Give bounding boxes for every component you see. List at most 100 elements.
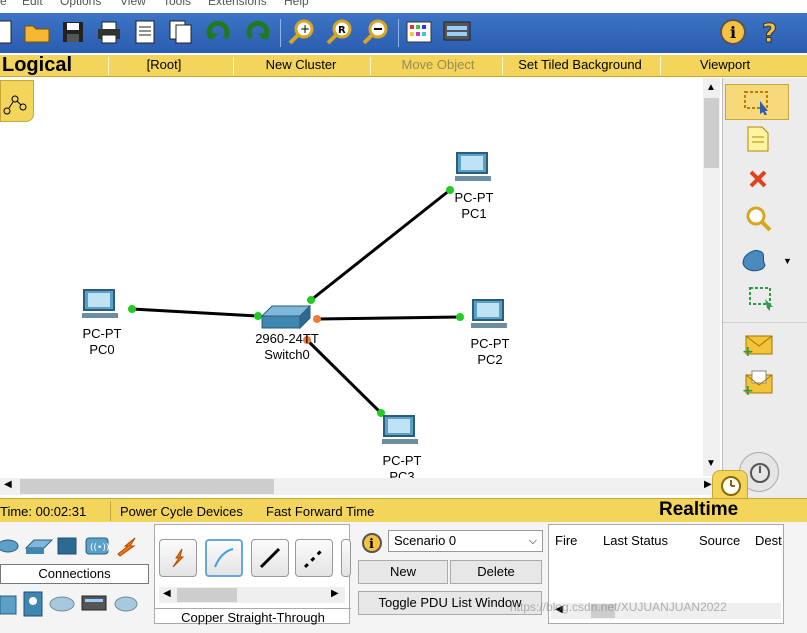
help-icon[interactable]: ?: [756, 17, 786, 47]
delete-icon[interactable]: [741, 162, 775, 196]
menu-tools[interactable]: Tools: [163, 0, 191, 8]
column-header-dest[interactable]: Dest: [755, 533, 782, 548]
cable-type-panel: ◀ ▶ Copper Straight-Through: [154, 524, 351, 626]
scroll-left-icon[interactable]: ◀: [4, 479, 12, 490]
pc3-icon: [382, 415, 418, 444]
pc0-name[interactable]: PC0: [62, 342, 142, 358]
link-light-up: [456, 313, 464, 321]
logical-workspace[interactable]: PC-PT PC0 PC-PT PC1 PC-PT PC2 PC-PT PC3 …: [0, 78, 703, 478]
vertical-scrollbar[interactable]: ▲ ▼: [703, 78, 720, 476]
scroll-left-icon[interactable]: ◀: [163, 588, 171, 599]
common-tools-bar: ▼ + +: [722, 78, 807, 498]
column-header-source[interactable]: Source: [699, 533, 740, 548]
palette-icon[interactable]: [404, 17, 434, 47]
set-tiled-background-button[interactable]: Set Tiled Background: [504, 57, 656, 72]
link-pc0-switch0: [131, 307, 259, 318]
horizontal-scrollbar[interactable]: ◀ ▶: [0, 478, 720, 495]
device-and-pdu-panel: ((•)) Connections ◀ ▶ Copper Straight-Th…: [0, 522, 807, 633]
draw-shape-icon[interactable]: [737, 242, 771, 276]
selected-cable-name: Copper Straight-Through: [155, 608, 351, 626]
add-complex-pdu-icon[interactable]: +: [741, 366, 775, 400]
menu-extensions[interactable]: Extensions: [208, 0, 267, 8]
menu-help[interactable]: Help: [284, 0, 309, 8]
switch0-name[interactable]: Switch0: [247, 347, 327, 363]
custom-device-icon[interactable]: [442, 17, 472, 47]
pc3-name[interactable]: PC3: [362, 469, 442, 478]
root-button[interactable]: [Root]: [112, 57, 216, 72]
add-simple-pdu-icon[interactable]: +: [741, 328, 775, 362]
device-category-row: ((•)): [0, 532, 150, 560]
scroll-up-icon[interactable]: ▲: [706, 82, 716, 93]
menu-edit[interactable]: Edit: [22, 0, 43, 8]
device-subcategory-row: [0, 588, 150, 620]
pc2-type: PC-PT: [470, 336, 510, 351]
new-file-icon[interactable]: [0, 17, 18, 47]
column-header-last-status[interactable]: Last Status: [603, 533, 668, 548]
save-icon[interactable]: [58, 17, 88, 47]
cable-scrollbar[interactable]: ◀ ▶: [159, 587, 345, 603]
zoom-out-icon[interactable]: [360, 17, 390, 47]
svg-text:i: i: [369, 537, 374, 552]
scroll-thumb[interactable]: [177, 588, 237, 602]
console-cable-icon[interactable]: [205, 539, 243, 577]
menu-options[interactable]: Options: [60, 0, 101, 8]
pc1-name[interactable]: PC1: [434, 206, 514, 222]
link-light-up: [254, 312, 262, 320]
link-switch0-pc2: [316, 315, 461, 321]
svg-text:+: +: [742, 344, 754, 358]
copper-cross-over-icon[interactable]: [295, 539, 333, 577]
menu-view[interactable]: View: [120, 0, 146, 8]
power-cycle-devices-button[interactable]: Power Cycle Devices: [120, 504, 243, 519]
viewport-button[interactable]: Viewport: [676, 57, 774, 72]
workspace-title[interactable]: Logical: [2, 54, 72, 77]
scroll-thumb[interactable]: [704, 98, 719, 168]
main-toolbar: + R i ?: [0, 13, 807, 53]
resize-shape-icon[interactable]: [745, 282, 779, 316]
link-light-up: [307, 296, 315, 304]
link-light-up: [128, 305, 136, 313]
scroll-thumb[interactable]: [20, 479, 274, 494]
delete-scenario-button[interactable]: Delete: [450, 560, 542, 584]
pc3-label: PC-PT PC3: [362, 453, 442, 478]
scroll-right-icon[interactable]: ▶: [704, 479, 712, 490]
time-bar: Time: 00:02:31 Power Cycle Devices Fast …: [0, 498, 807, 522]
zoom-in-icon[interactable]: +: [286, 17, 316, 47]
new-scenario-button[interactable]: New: [358, 560, 448, 584]
link-switch0-pc1: [310, 188, 451, 302]
automatic-connection-icon[interactable]: [159, 539, 197, 577]
scroll-right-icon[interactable]: ▶: [331, 588, 339, 599]
menu-file[interactable]: e: [0, 0, 7, 8]
column-header-fire[interactable]: Fire: [555, 533, 577, 548]
scenario-select[interactable]: Scenario 0 ⌵: [388, 530, 543, 552]
select-tool-icon[interactable]: [725, 84, 789, 120]
wireless-category-icon: ((•)): [85, 537, 109, 555]
shape-dropdown-icon[interactable]: ▼: [783, 256, 792, 266]
print-icon[interactable]: [94, 17, 124, 47]
redo-icon[interactable]: [242, 17, 272, 47]
svg-text:+: +: [742, 383, 754, 397]
wan-emulation-category-icon: [49, 596, 75, 612]
pc2-name[interactable]: PC2: [450, 352, 530, 368]
activity-wizard-icon[interactable]: [130, 17, 160, 47]
scroll-down-icon[interactable]: ▼: [706, 458, 716, 469]
toolbar-separator: [280, 19, 281, 47]
open-folder-icon[interactable]: [22, 17, 52, 47]
new-cluster-button[interactable]: New Cluster: [240, 57, 362, 72]
pc2-label: PC-PT PC2: [450, 336, 530, 368]
inspect-icon[interactable]: [741, 202, 775, 236]
move-object-button[interactable]: Move Object: [374, 57, 502, 72]
place-note-icon[interactable]: [741, 122, 775, 156]
workspace-bar: Logical [Root] New Cluster Move Object S…: [0, 54, 807, 77]
fast-forward-time-button[interactable]: Fast Forward Time: [266, 504, 374, 519]
fiber-cable-icon[interactable]: [341, 539, 351, 577]
undo-icon[interactable]: [204, 17, 234, 47]
realtime-mode-icon[interactable]: [712, 470, 748, 500]
switch0-label: 2960-24TT Switch0: [247, 331, 327, 363]
scenario-info-icon[interactable]: i: [361, 532, 383, 557]
zoom-reset-icon[interactable]: R: [324, 17, 354, 47]
copper-straight-through-icon[interactable]: [251, 539, 289, 577]
cluster-navigation-icon[interactable]: [0, 80, 34, 122]
info-icon[interactable]: i: [718, 17, 748, 47]
copy-icon[interactable]: [166, 17, 196, 47]
pc1-type: PC-PT: [454, 190, 494, 205]
